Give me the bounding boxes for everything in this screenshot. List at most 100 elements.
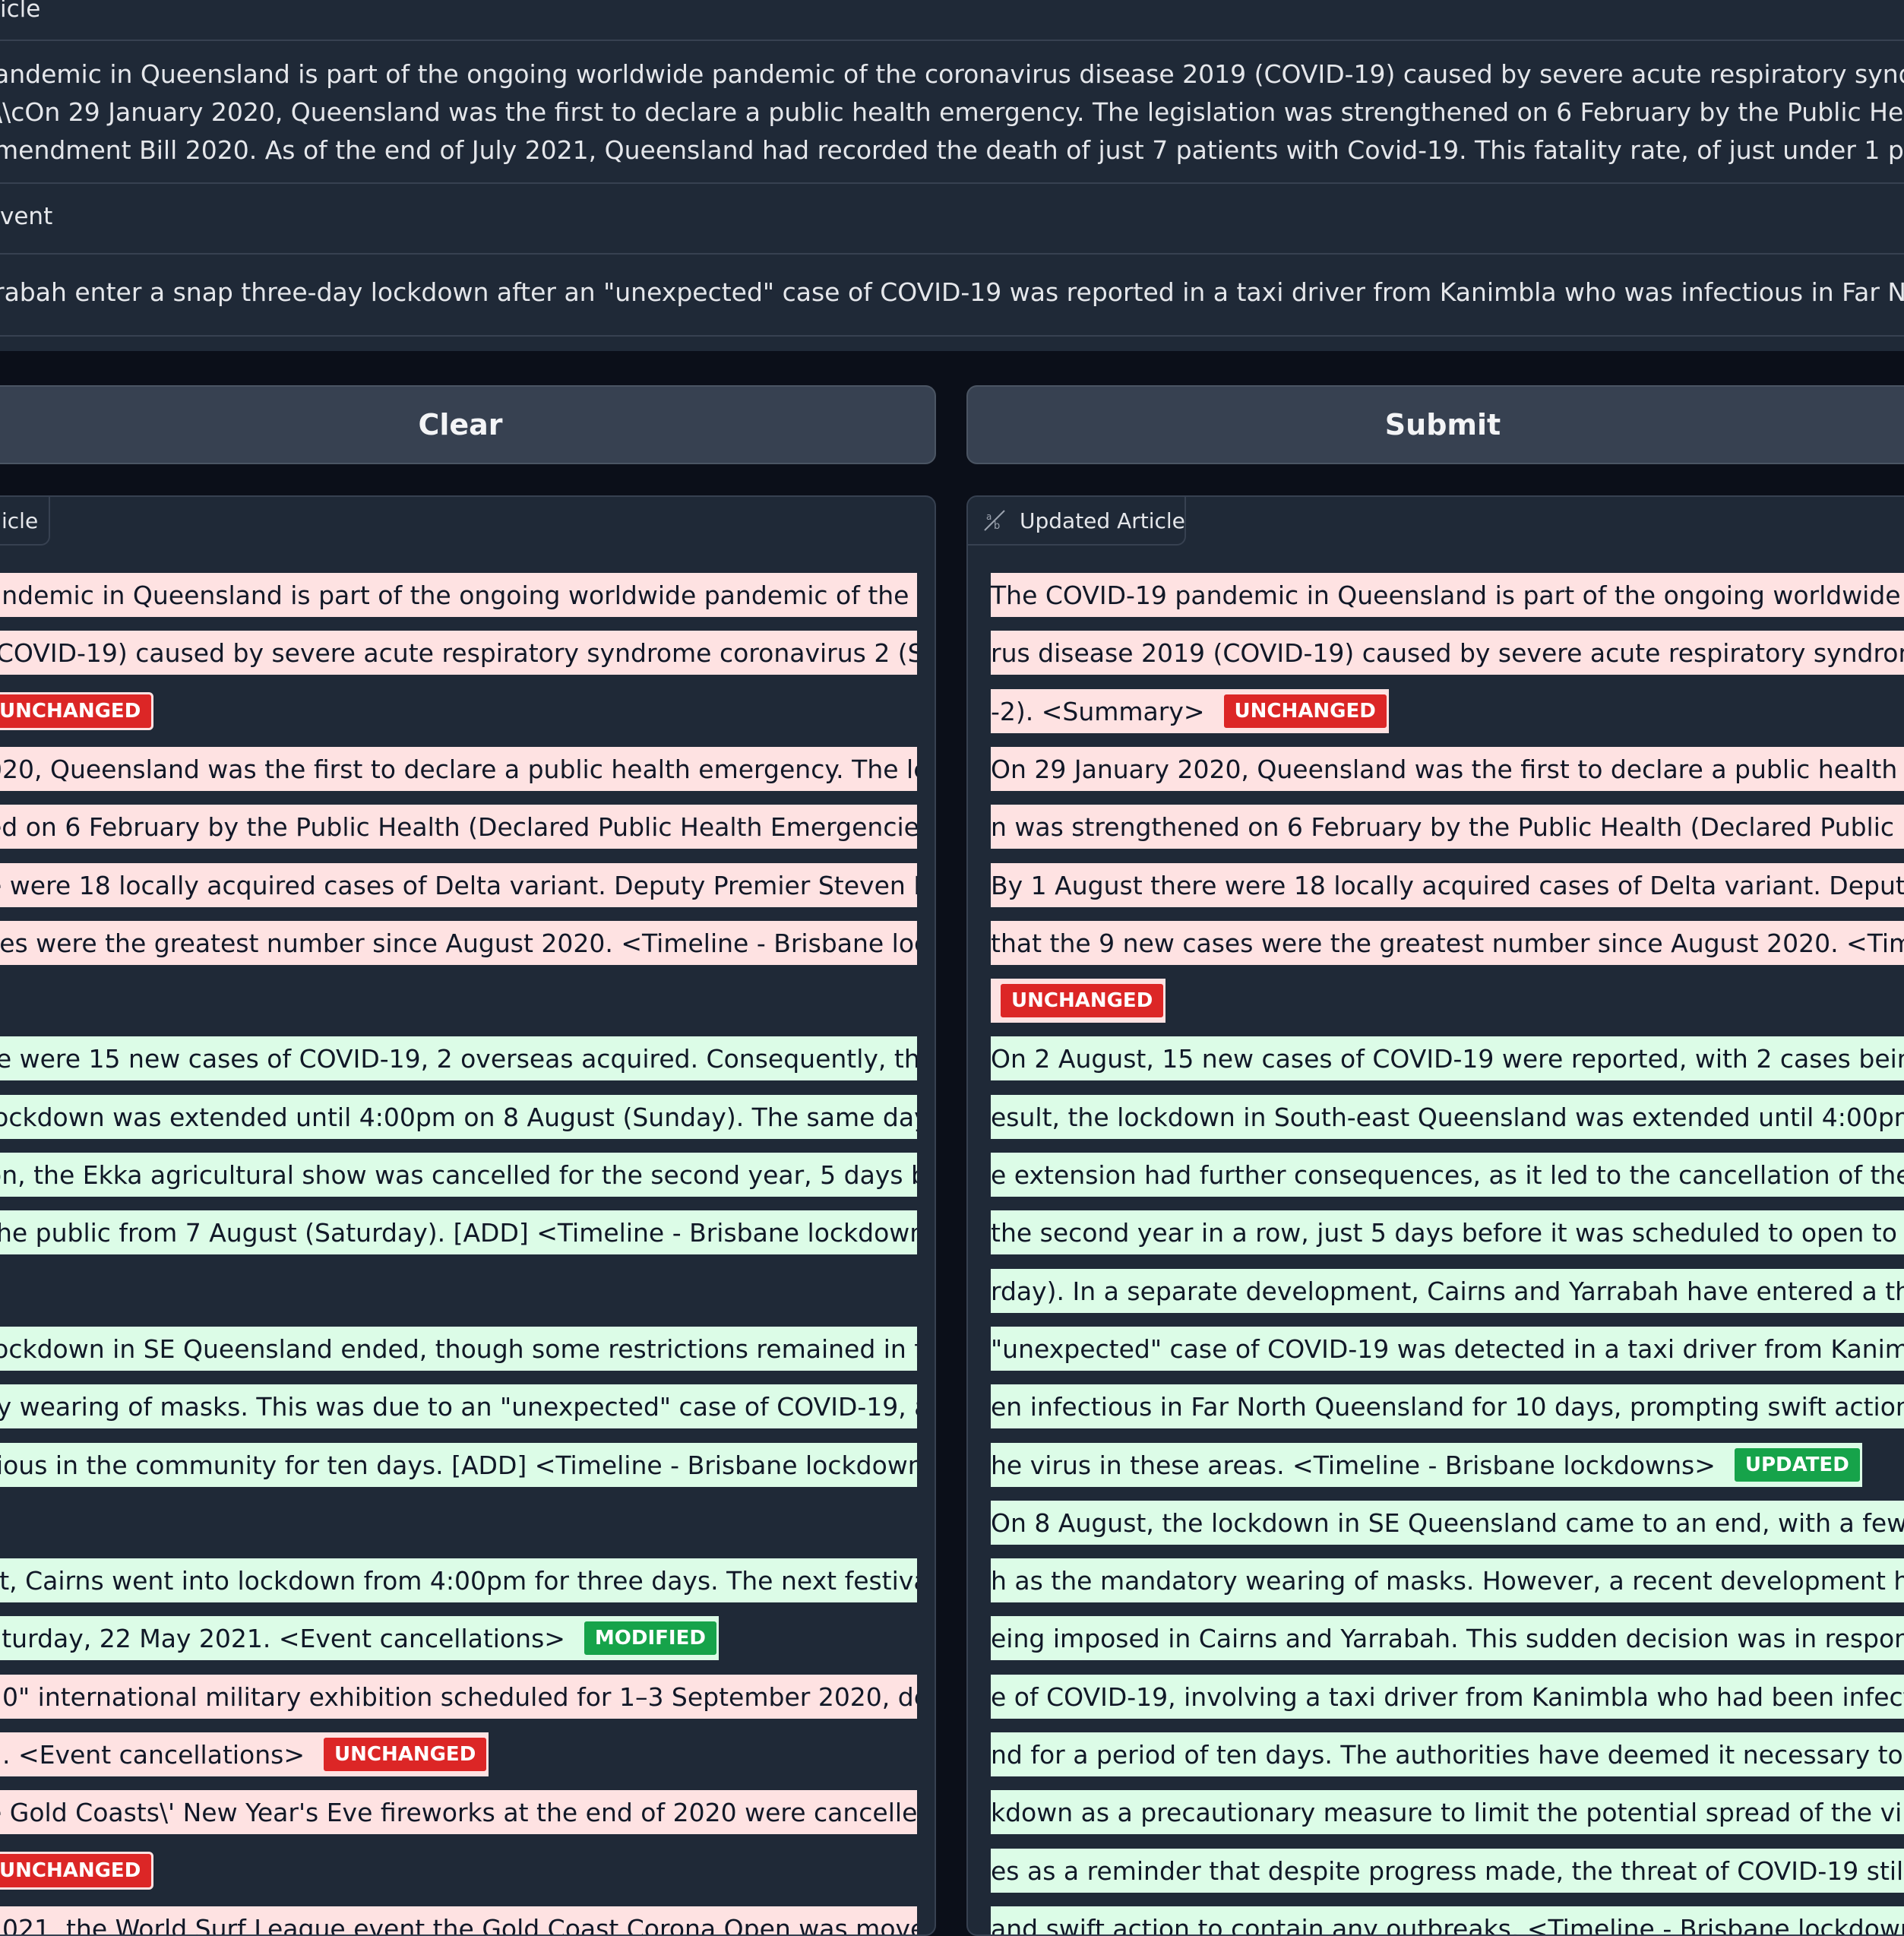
diff-line-text: e were 18 locally acquired cases of Delt… [0, 870, 917, 900]
diff-line-text: he virus in these areas. <Timeline - Bri… [991, 1450, 1716, 1480]
diff-line: The COVID-19 pandemic in Queensland is p… [991, 573, 1904, 617]
updated-article-tab[interactable]: a b Updated Article [968, 497, 1186, 546]
diff-line: esult, the lockdown in South-east Queens… [991, 1095, 1904, 1139]
article-input-line: mendment Bill 2020. As of the end of Jul… [0, 135, 1904, 165]
diff-line: n was strengthened on 6 February by the … [991, 805, 1904, 849]
diff-line-text: "unexpected" case of COVID-19 was detect… [991, 1333, 1904, 1364]
diff-line: 1. <Event cancellations> UNCHANGED [0, 1732, 489, 1776]
diff-line: re were 15 new cases of COVID-19, 2 over… [0, 1036, 917, 1080]
svg-text:b: b [994, 520, 1000, 532]
diff-line: ses were the greatest number since Augus… [0, 921, 917, 965]
diff-line: aturday, 22 May 2021. <Event cancellatio… [0, 1616, 719, 1660]
event-input-text: rabah enter a snap three-day lockdown af… [0, 277, 1904, 307]
diff-line: eing imposed in Cairns and Yarrabah. Thi… [991, 1616, 1904, 1660]
status-badge: UNCHANGED [0, 692, 154, 730]
diff-line: the second year in a row, just 5 days be… [991, 1210, 1904, 1254]
diff-line: lockdown in SE Queensland ended, though … [0, 1327, 917, 1371]
diff-line: and swift action to contain any outbreak… [991, 1906, 1904, 1936]
submit-button[interactable]: Submit [966, 385, 1904, 464]
diff-line-text: (COVID-19) caused by severe acute respir… [0, 637, 917, 668]
diff-line: that the 9 new cases were the greatest n… [991, 921, 1904, 965]
diff-line: kdown as a precautionary measure to limi… [991, 1790, 1904, 1834]
diff-line: nd for a period of ten days. The authori… [991, 1732, 1904, 1776]
diff-line: On 8 August, the lockdown in SE Queensla… [991, 1501, 1904, 1545]
diff-line: rus disease 2019 (COVID-19) caused by se… [991, 631, 1904, 675]
diff-line: e extension had further consequences, as… [991, 1153, 1904, 1197]
diff-line-text: en infectious in Far North Queensland fo… [991, 1391, 1904, 1422]
diff-line: By 1 August there were 18 locally acquir… [991, 863, 1904, 907]
event-input-label: vent [0, 203, 53, 230]
diff-line: ry wearing of masks. This was due to an … [0, 1384, 917, 1428]
diff-line: h as the mandatory wearing of masks. How… [991, 1558, 1904, 1602]
diff-line-text: on, the Ekka agricultural show was cance… [0, 1159, 917, 1190]
diff-line: on, the Ekka agricultural show was cance… [0, 1153, 917, 1197]
diff-line: ed on 6 February by the Public Health (D… [0, 805, 917, 849]
diff-line-text: re were 15 new cases of COVID-19, 2 over… [0, 1043, 917, 1074]
diff-line: (COVID-19) caused by severe acute respir… [0, 631, 917, 675]
diff-line-text: the public from 7 August (Saturday). [AD… [0, 1217, 917, 1248]
diff-line-text: and swift action to contain any outbreak… [991, 1913, 1904, 1936]
article-input-label: icle [0, 0, 41, 23]
diff-line-text: tious in the community for ten days. [AD… [0, 1450, 917, 1480]
diff-line-text: On 8 August, the lockdown in SE Queensla… [991, 1507, 1904, 1538]
diff-line-text: e of COVID-19, involving a taxi driver f… [991, 1681, 1904, 1712]
status-badge: UNCHANGED [998, 982, 1166, 1020]
diff-line: UNCHANGED [0, 689, 154, 733]
diff-line-text: esult, the lockdown in South-east Queens… [991, 1102, 1904, 1132]
diff-line: -2). <Summary> UNCHANGED [991, 689, 1389, 733]
diff-line-text: kdown as a precautionary measure to limi… [991, 1797, 1904, 1827]
updated-article-tab-label: Updated Article [1020, 508, 1185, 533]
diff-line-text: eing imposed in Cairns and Yarrabah. Thi… [991, 1623, 1904, 1653]
diff-line-text: By 1 August there were 18 locally acquir… [991, 870, 1904, 900]
diff-line-text: es as a reminder that despite progress m… [991, 1855, 1904, 1886]
diff-line-text: ses were the greatest number since Augus… [0, 928, 917, 958]
diff-line-text: that the 9 new cases were the greatest n… [991, 928, 1904, 958]
status-badge: UNCHANGED [321, 1735, 489, 1773]
diff-line-text: 1. <Event cancellations> [0, 1739, 305, 1770]
diff-line-text: On 2 August, 15 new cases of COVID-19 we… [991, 1043, 1904, 1074]
diff-line-text: ed on 6 February by the Public Health (D… [0, 811, 917, 842]
diff-line: en infectious in Far North Queensland fo… [991, 1384, 1904, 1428]
status-badge: UPDATED [1732, 1446, 1862, 1484]
status-badge: UNCHANGED [0, 1852, 154, 1890]
diff-line-text: st, Cairns went into lockdown from 4:00p… [0, 1565, 917, 1596]
diff-line-text: andemic in Queensland is part of the ong… [0, 580, 917, 610]
diff-line: UNCHANGED [0, 1849, 154, 1893]
diff-line-text: rday). In a separate development, Cairns… [991, 1276, 1904, 1306]
diff-line-text: ry wearing of masks. This was due to an … [0, 1391, 917, 1422]
diff-line: e Gold Coasts\' New Year's Eve fireworks… [0, 1790, 917, 1834]
original-article-panel: icle andemic in Queensland is part of th… [0, 495, 936, 1936]
diff-line-text: -2). <Summary> [991, 696, 1205, 726]
diff-line: rday). In a separate development, Cairns… [991, 1269, 1904, 1313]
diff-line: On 29 January 2020, Queensland was the f… [991, 747, 1904, 791]
diff-line-text: aturday, 22 May 2021. <Event cancellatio… [0, 1623, 565, 1653]
diff-line: lockdown was extended until 4:00pm on 8 … [0, 1095, 917, 1139]
diff-line: he virus in these areas. <Timeline - Bri… [991, 1443, 1862, 1487]
diff-line: "unexpected" case of COVID-19 was detect… [991, 1327, 1904, 1371]
diff-line: On 2 August, 15 new cases of COVID-19 we… [991, 1036, 1904, 1080]
diff-line: tious in the community for ten days. [AD… [0, 1443, 917, 1487]
clear-button[interactable]: Clear [0, 385, 936, 464]
diff-line-text: n was strengthened on 6 February by the … [991, 811, 1904, 842]
diff-line: UNCHANGED [991, 979, 1166, 1023]
svg-text:a: a [986, 511, 992, 522]
diff-line-text: nd for a period of ten days. The authori… [991, 1739, 1904, 1770]
article-input[interactable]: andemic in Queensland is part of the ong… [0, 40, 1904, 184]
diff-line-text: 020, Queensland was the first to declare… [0, 754, 917, 784]
diff-line-text: 2021, the World Surf League event the Go… [0, 1913, 917, 1936]
diff-line-text: The COVID-19 pandemic in Queensland is p… [991, 580, 1904, 610]
diff-line-text: h as the mandatory wearing of masks. How… [991, 1565, 1904, 1596]
article-input-line: andemic in Queensland is part of the ong… [0, 59, 1904, 89]
diff-line: 2021, the World Surf League event the Go… [0, 1906, 917, 1936]
original-article-tab[interactable]: icle [0, 497, 50, 546]
diff-line-text: e Gold Coasts\' New Year's Eve fireworks… [0, 1797, 917, 1827]
diff-line-text: lockdown in SE Queensland ended, though … [0, 1333, 917, 1364]
article-input-line: \\cOn 29 January 2020, Queensland was th… [0, 97, 1904, 127]
diff-line: 20" international military exhibition sc… [0, 1675, 917, 1719]
diff-line: the public from 7 August (Saturday). [AD… [0, 1210, 917, 1254]
updated-article-panel: a b Updated Article The COVID-19 pandemi… [966, 495, 1904, 1936]
diff-line: andemic in Queensland is part of the ong… [0, 573, 917, 617]
diff-line-text: the second year in a row, just 5 days be… [991, 1217, 1904, 1248]
event-input[interactable]: rabah enter a snap three-day lockdown af… [0, 253, 1904, 337]
diff-line: e were 18 locally acquired cases of Delt… [0, 863, 917, 907]
